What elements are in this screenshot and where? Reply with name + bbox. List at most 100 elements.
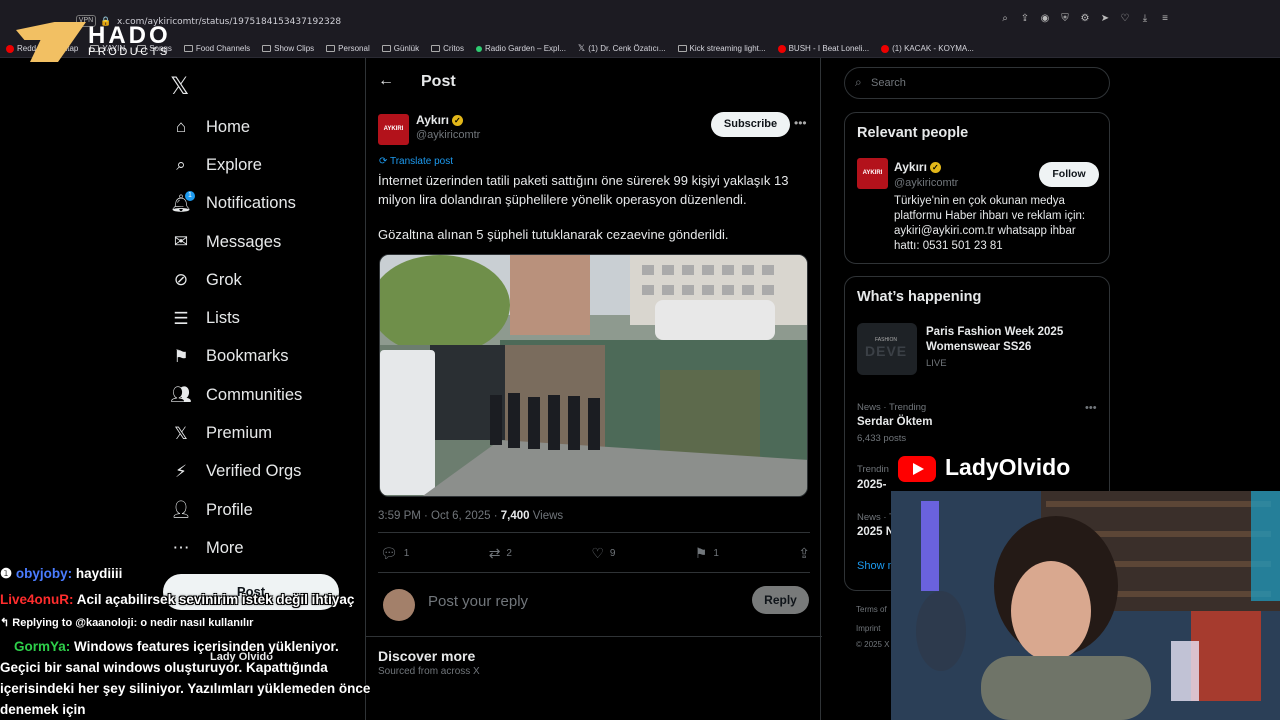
toolbar-icons: ⌕ ⇪ ◉ ⛨ ⚙ ➤ ♡ ⤓ ≡ [1000,14,1170,24]
footer-link[interactable]: Imprint [856,624,880,633]
bell-icon: 🔔︎ 1 [170,190,195,215]
x-icon: 𝕏 [174,423,188,443]
bookmark-item[interactable]: Radio Garden – Expl... [475,44,566,53]
channel-name: LadyOlvido [945,454,1071,480]
hado-products-logo: HADO PRODUCTS [10,18,180,64]
translate-post-link[interactable]: ⟳ Translate post [379,156,453,167]
post-video[interactable] [379,254,808,497]
nav-notifications[interactable]: 🔔︎ 1 Notifications [170,185,302,223]
bookmark-item[interactable]: Personal [326,44,370,53]
nav-bookmarks[interactable]: ⚑ Bookmarks [170,338,302,376]
download-icon[interactable]: ⤓ [1140,14,1150,24]
lightning-icon: ⚡︎ [175,461,187,481]
divider [366,636,822,637]
nav-lists[interactable]: ☰ Lists [170,299,302,337]
camera-icon[interactable]: ◉ [1040,14,1050,24]
author-avatar[interactable]: AYKIRI [378,114,409,145]
nav-more[interactable]: ⋯ More [170,529,302,567]
bookmark-item[interactable]: Show Clips [262,44,314,53]
chat-message-line: içerisindeki her şey siliniyor. Yazılıml… [0,681,371,696]
x-logo-icon[interactable]: 𝕏 [170,72,189,101]
youtube-channel-overlay: LadyOlvido [898,452,1098,484]
bookmark-item[interactable]: BUSH - I Beat Loneli... [777,44,869,53]
discover-more-title: Discover more [378,648,476,664]
verified-badge-icon: ✓ [451,115,463,127]
nav-premium[interactable]: 𝕏 Premium [170,414,302,452]
repost-icon: ⇄ [488,545,501,561]
trend-meta: Trendin [857,464,889,475]
trend-meta: News · T [857,512,895,523]
nav-grok[interactable]: ⊘ Grok [170,261,302,299]
relevant-people-card: Relevant people AYKIRI Aykırı ✓ @aykirico… [844,112,1110,264]
nav-communities[interactable]: 👥︎ Communities [170,376,302,414]
webcam-overlay [891,491,1280,720]
chat-message-line: denemek için [0,702,86,717]
footer-copyright: © 2025 X [856,640,890,649]
person-avatar[interactable]: AYKIRI [857,158,888,189]
reply-arrow-icon: ↰ [0,617,13,629]
post-detail-column: ← Post AYKIRI Aykırı ✓ @aykiricomtr Subsc… [365,58,822,720]
bookmark-action[interactable]: ⚑ 1 [695,545,719,562]
person-bio: Türkiye'nin en çok okunan medya platform… [894,195,1086,252]
post-options-icon[interactable]: ••• [794,116,807,130]
card-title: Relevant people [857,125,969,141]
footer-link[interactable]: Terms of [856,605,887,614]
youtube-play-icon [898,456,936,482]
nav-home[interactable]: ⌂ Home [170,108,302,146]
send-icon[interactable]: ➤ [1100,14,1110,24]
bookmark-item[interactable]: Critos [431,44,464,53]
heart-icon[interactable]: ♡ [1120,14,1130,24]
trend-live-badge: LIVE [926,358,947,369]
bookmark-item[interactable]: 𝕏 (1) Dr. Cenk Özatıcı... [578,43,666,54]
bookmark-icon: ⚑ [694,545,708,561]
bookmark-item[interactable]: Kick streaming light... [677,44,766,53]
share-icon[interactable]: ⇪ [1020,14,1030,24]
subscribe-button[interactable]: Subscribe [711,112,790,137]
like-action[interactable]: ♡ 9 [591,545,615,562]
back-arrow-icon[interactable]: ← [378,72,394,90]
post-timestamp: 3:59 PM · Oct 6, 2025 · 7,400 Views [378,510,564,522]
author-handle[interactable]: @aykiricomtr [416,129,480,141]
trend-options-icon[interactable]: ••• [1085,402,1097,414]
grok-icon: ⊘ [173,270,189,290]
trend-title[interactable]: Paris Fashion Week 2025 Womenswear SS26 [926,325,1086,355]
follow-button[interactable]: Follow [1039,162,1099,187]
trend-title[interactable]: 2025 N [857,526,894,538]
logo-subtitle: PRODUCTS [88,46,170,58]
translate-icon: ⟳ [379,156,390,167]
author-name[interactable]: Aykırı ✓ [416,113,463,127]
trend-title[interactable]: Serdar Öktem [857,416,932,428]
webcam-feed [891,491,1280,720]
my-avatar [383,589,415,621]
people-icon: 👥︎ [170,385,192,405]
reply-action[interactable]: 💬︎ 1 [380,545,409,562]
nav-verified-orgs[interactable]: ⚡︎ Verified Orgs [170,453,302,491]
menu-icon[interactable]: ≡ [1160,14,1170,24]
trend-title[interactable]: 2025- [857,479,886,491]
bookmark-item[interactable]: (1) KACAK - KOYMA... [881,44,974,53]
trend-thumbnail[interactable]: FASHION DEVE [857,323,917,375]
settings-icon[interactable]: ⚙ [1080,14,1090,24]
divider [378,532,810,533]
page-title: Post [421,73,456,90]
nav-explore[interactable]: ⌕ Explore [170,146,302,184]
trend-post-count: 6,433 posts [857,433,907,444]
zoom-icon[interactable]: ⌕ [1000,14,1010,24]
card-title: What’s happening [857,289,982,305]
nav-profile[interactable]: 👤︎ Profile [170,491,302,529]
bookmark-item[interactable]: Food Channels [183,44,250,53]
person-handle[interactable]: @aykiricomtr [894,177,958,189]
discover-more-subtitle: Sourced from across X [378,666,480,677]
bookmark-item[interactable]: Günlük [381,44,419,53]
logo-mark [16,22,86,62]
post-header: ← Post [366,58,822,108]
share-action[interactable]: ⇪ [798,545,810,562]
nav-messages[interactable]: ✉ Messages [170,223,302,261]
reply-button[interactable]: Reply [752,586,809,614]
repost-action[interactable]: ⇄ 2 [489,545,512,562]
person-name[interactable]: Aykırı ✓ [894,160,941,174]
post-paragraph: İnternet üzerinden tatili paketi sattığı… [378,173,789,207]
search-input[interactable]: ⌕ Search [844,67,1110,99]
reply-input[interactable]: Post your reply [428,593,528,610]
shield-icon[interactable]: ⛨ [1060,14,1070,24]
